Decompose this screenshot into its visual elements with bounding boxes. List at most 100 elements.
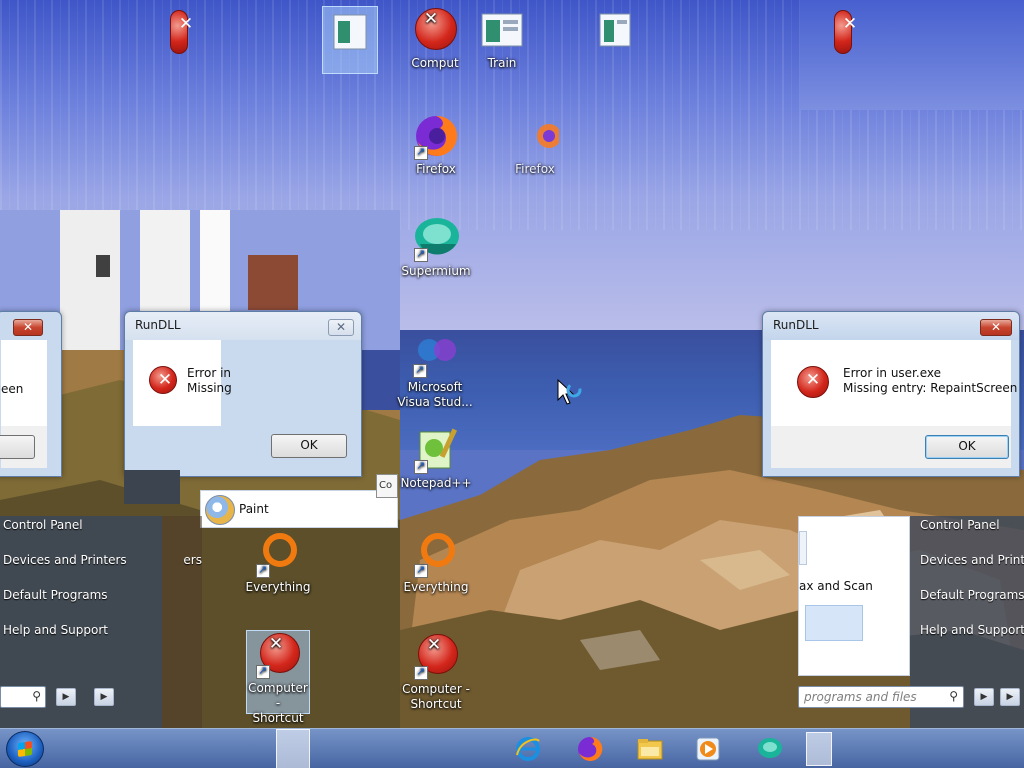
desktop-icon-window-fragment[interactable] xyxy=(570,6,646,56)
shortcut-arrow-icon xyxy=(414,664,428,680)
start-item-highlight xyxy=(805,605,863,641)
start-menu-left-fragment: Control Panel Devices and Printers Defau… xyxy=(0,516,162,728)
shortcut-arrow-icon xyxy=(256,663,270,679)
everything-icon xyxy=(412,530,460,578)
start-item-default-programs[interactable]: Default Programs xyxy=(3,588,108,602)
desktop-icon-visual-studio[interactable]: Microsoft Visua Stud... xyxy=(397,330,473,410)
supermium-icon xyxy=(758,738,782,758)
desktop-icon-notepadpp[interactable]: Notepad++ xyxy=(398,426,474,491)
dialog-footer: OK xyxy=(771,426,1011,468)
supermium-icon xyxy=(412,214,460,262)
window-icon xyxy=(478,6,526,54)
desktop-icon-everything[interactable]: Everything xyxy=(398,530,474,595)
dialog-message-line2: Missing xyxy=(187,381,232,395)
start-search-input-fragment[interactable]: ⚲ xyxy=(0,686,46,708)
dialog-title: RunDLL xyxy=(135,318,181,332)
start-item-help-support[interactable]: Help and Support xyxy=(920,623,1024,637)
error-icon xyxy=(834,10,865,54)
search-icon: ⚲ xyxy=(949,689,958,703)
start-item-control-panel[interactable]: Control Panel xyxy=(920,518,1000,532)
dialog-message-line1: Error in user.exe xyxy=(843,366,941,380)
search-icon: ⚲ xyxy=(32,689,41,703)
desktop-icon-selected-window[interactable] xyxy=(322,6,378,74)
dialog-content: Error in Missing xyxy=(133,340,232,426)
dialog-message-line2: Missing entry: RepaintScreen xyxy=(843,381,1018,395)
shortcut-arrow-icon xyxy=(414,562,428,578)
start-item-devices-printers[interactable]: Devices and Printers xyxy=(3,553,127,567)
shutdown-arrow-button[interactable]: ▶ xyxy=(974,688,994,706)
rundll-error-dialog-ghost[interactable]: RunDLL ✕ Error in Missing OK xyxy=(124,311,362,477)
desktop-icon-everything-ghost[interactable]: Everything xyxy=(240,530,316,595)
dialog-titlebar[interactable]: RunDLL xyxy=(125,312,361,340)
close-button[interactable]: ✕ xyxy=(328,319,354,336)
taskbar-media-player-button[interactable] xyxy=(682,732,734,766)
visual-studio-icon xyxy=(411,330,459,378)
start-button[interactable] xyxy=(6,731,44,767)
desktop-icon-train[interactable]: Train xyxy=(464,6,540,71)
window-icon xyxy=(584,6,632,54)
close-button[interactable]: ✕ xyxy=(980,319,1012,336)
start-item-devices-printers[interactable]: Devices and Printers xyxy=(920,553,1024,567)
paint-menu-item[interactable]: Paint xyxy=(200,490,398,528)
ie-icon xyxy=(516,737,540,761)
dialog-message-line1: Error in xyxy=(187,366,232,380)
shortcut-arrow-icon xyxy=(414,458,428,474)
start-item-fragment-box xyxy=(799,531,807,565)
start-item-fax-scan[interactable]: ax and Scan xyxy=(799,579,873,593)
desktop-icon-computer[interactable]: Comput xyxy=(397,6,473,71)
shortcut-arrow-icon xyxy=(413,362,427,378)
dialog-glitch-block xyxy=(124,470,180,504)
ok-button-fragment[interactable] xyxy=(0,435,35,459)
desktop-icon-supermium[interactable]: Supermium xyxy=(398,214,474,279)
start-search-input[interactable]: programs and files ⚲ xyxy=(798,686,964,708)
error-icon xyxy=(149,366,180,394)
shutdown-arrow-button[interactable]: ▶ xyxy=(56,688,76,706)
taskbar xyxy=(0,728,1024,768)
taskbar-glitch-window xyxy=(806,732,832,766)
start-item-default-programs[interactable]: Default Programs xyxy=(920,588,1024,602)
dialog-content: Error in user.exe Missing entry: Repaint… xyxy=(771,340,1017,426)
desktop-icon-firefox[interactable]: Firefox xyxy=(398,112,474,177)
notepadpp-icon xyxy=(412,426,460,474)
shutdown-options-button[interactable]: ▶ xyxy=(94,688,114,706)
dialog-footer: OK xyxy=(263,426,353,468)
tooltip-fragment: Co xyxy=(376,474,398,498)
start-item-control-panel[interactable]: Control Panel xyxy=(3,518,83,532)
taskbar-explorer-button[interactable] xyxy=(624,732,676,766)
dialog-title: RunDLL xyxy=(773,318,819,332)
desktop-icon-computer-shortcut[interactable]: Computer - Shortcut xyxy=(398,632,474,712)
media-player-icon xyxy=(696,737,720,761)
error-icon xyxy=(412,632,460,680)
close-button[interactable]: ✕ xyxy=(13,319,43,336)
start-menu-mid-fragment: ers xyxy=(162,516,202,728)
ok-button[interactable]: OK xyxy=(925,435,1009,459)
start-menu-programs-fragment: ax and Scan xyxy=(798,516,910,676)
rundll-error-dialog-left-fragment[interactable]: ✕ een xyxy=(0,311,62,477)
folder-icon xyxy=(637,739,663,760)
firefox-icon xyxy=(412,112,460,160)
dialog-footer xyxy=(0,426,47,468)
taskbar-ie-button[interactable] xyxy=(502,732,554,766)
taskbar-glitch-block xyxy=(276,729,310,768)
error-icon xyxy=(170,10,201,54)
everything-icon xyxy=(254,530,302,578)
shutdown-options-button[interactable]: ▶ xyxy=(1000,688,1020,706)
desktop-icon-computer-shortcut-ghost[interactable]: Computer - Shortcut xyxy=(246,630,310,725)
shortcut-arrow-icon xyxy=(256,562,270,578)
dialog-content: een xyxy=(1,340,47,426)
paint-icon xyxy=(205,495,235,525)
ok-button[interactable]: OK xyxy=(271,434,347,458)
taskbar-firefox-button[interactable] xyxy=(564,732,616,766)
error-icon xyxy=(797,366,829,398)
desktop-icon-firefox-ghost[interactable]: Firefox xyxy=(497,112,573,177)
shortcut-arrow-icon xyxy=(414,144,428,160)
start-item-fragment-ers: ers xyxy=(183,553,202,567)
shortcut-arrow-icon xyxy=(414,246,428,262)
error-icon xyxy=(254,631,302,679)
firefox-icon xyxy=(511,112,561,160)
busy-cursor-icon xyxy=(557,378,582,405)
taskbar-supermium-button[interactable] xyxy=(744,732,796,766)
firefox-icon xyxy=(578,736,603,761)
rundll-error-dialog[interactable]: RunDLL ✕ Error in user.exe Missing entry… xyxy=(762,311,1020,477)
start-item-help-support[interactable]: Help and Support xyxy=(3,623,108,637)
